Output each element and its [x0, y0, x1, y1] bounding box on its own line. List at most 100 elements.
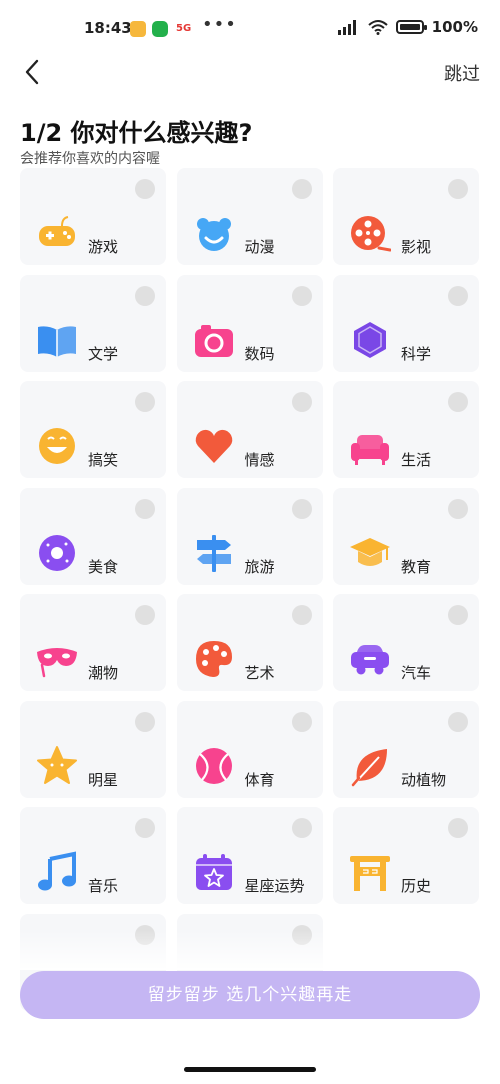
interest-label: 旅游 — [244, 557, 275, 576]
select-circle-icon[interactable] — [448, 605, 468, 625]
ball-icon — [193, 745, 235, 787]
donut-icon — [36, 532, 78, 574]
wifi-icon — [367, 20, 388, 35]
select-circle-icon[interactable] — [448, 179, 468, 199]
select-circle-icon[interactable] — [135, 179, 155, 199]
page-title: 1/2 你对什么感兴趣? — [20, 119, 253, 147]
select-circle-icon[interactable] — [448, 818, 468, 838]
interest-label: 潮物 — [88, 664, 119, 682]
interest-label: 教育 — [401, 557, 432, 576]
interest-card[interactable]: 影视 — [333, 168, 479, 265]
camera-icon — [193, 319, 235, 361]
anime-bear-icon — [193, 212, 235, 254]
hexagon-icon — [349, 319, 391, 361]
select-circle-icon[interactable] — [291, 711, 312, 732]
select-circle-icon[interactable] — [291, 285, 312, 306]
home-indicator[interactable] — [184, 1067, 316, 1072]
select-circle-icon[interactable] — [135, 498, 155, 519]
interest-label: 影视 — [401, 238, 432, 256]
battery-percent: 100% — [431, 18, 478, 36]
bottom-fade — [0, 930, 500, 970]
signal-icon — [337, 19, 360, 35]
select-circle-icon[interactable] — [448, 285, 468, 306]
select-circle-icon[interactable] — [448, 498, 468, 519]
calendar-star-icon — [193, 851, 235, 893]
select-circle-icon[interactable] — [291, 498, 312, 519]
interest-card[interactable]: 情感 — [176, 381, 323, 478]
interest-card[interactable]: 潮物 — [20, 594, 166, 691]
select-circle-icon[interactable] — [135, 818, 155, 838]
interest-card[interactable]: 旅游 — [176, 487, 323, 585]
film-reel-icon — [349, 212, 391, 254]
interest-card[interactable]: 文学 — [20, 274, 166, 372]
interest-label: 游戏 — [88, 238, 119, 256]
interest-card[interactable]: 搞笑 — [20, 381, 166, 478]
archway-icon — [349, 851, 391, 893]
chevron-left-icon — [25, 59, 39, 85]
interest-label: 生活 — [401, 451, 432, 469]
select-circle-icon[interactable] — [135, 711, 155, 732]
interest-card[interactable]: 科学 — [333, 274, 479, 372]
interest-label: 动植物 — [401, 770, 447, 789]
interest-card[interactable]: 美食 — [20, 487, 166, 585]
interest-card[interactable]: 历史 — [333, 807, 479, 904]
music-note-icon — [36, 851, 78, 893]
gamepad-icon — [36, 212, 78, 254]
interest-label: 搞笑 — [88, 451, 119, 469]
star-icon — [36, 745, 78, 787]
more-notifications-icon: ••• — [202, 14, 237, 35]
select-circle-icon[interactable] — [291, 179, 312, 199]
car-icon — [349, 638, 391, 680]
mask-icon — [36, 638, 78, 680]
select-circle-icon[interactable] — [291, 818, 312, 838]
status-time: 18:43 — [84, 19, 132, 37]
interest-label: 科学 — [401, 344, 432, 363]
interest-card[interactable]: 汽车 — [333, 594, 479, 691]
signpost-icon — [193, 532, 235, 574]
select-circle-icon[interactable] — [448, 392, 468, 412]
interest-label: 情感 — [244, 451, 275, 469]
interest-label: 汽车 — [401, 664, 432, 682]
interest-card[interactable]: 艺术 — [176, 594, 323, 691]
continue-button[interactable]: 留步留步 选几个兴趣再走 — [20, 971, 480, 1019]
network-5g-badge: 5G — [176, 23, 192, 34]
select-circle-icon[interactable] — [135, 605, 155, 625]
page-subtitle: 会推荐你喜欢的内容喔 — [20, 151, 160, 167]
interest-card[interactable]: 星座运势 — [176, 807, 323, 904]
interest-card[interactable]: 明星 — [20, 700, 166, 798]
select-circle-icon[interactable] — [135, 285, 155, 306]
interest-label: 明星 — [88, 770, 119, 789]
interest-label: 星座运势 — [244, 877, 305, 895]
interest-label: 体育 — [244, 770, 275, 789]
notification-app-icon — [130, 21, 146, 37]
select-circle-icon[interactable] — [291, 392, 312, 412]
battery-icon — [395, 20, 427, 34]
interest-card[interactable]: 教育 — [333, 487, 479, 585]
interest-card[interactable]: 生活 — [333, 381, 479, 478]
heart-icon — [193, 425, 235, 467]
smile-icon — [36, 425, 78, 467]
interest-card[interactable]: 游戏 — [20, 168, 166, 265]
leaf-icon — [349, 745, 391, 787]
book-icon — [36, 319, 78, 361]
interest-card[interactable]: 动漫 — [176, 168, 323, 265]
select-circle-icon[interactable] — [135, 392, 155, 412]
palette-icon — [193, 638, 235, 680]
select-circle-icon[interactable] — [291, 605, 312, 625]
skip-button[interactable]: 跳过 — [444, 60, 480, 86]
interest-label: 文学 — [88, 344, 119, 363]
select-circle-icon[interactable] — [448, 711, 468, 732]
interest-card[interactable]: 数码 — [176, 274, 323, 372]
interest-label: 数码 — [244, 344, 275, 363]
interest-label: 动漫 — [244, 238, 275, 256]
interest-label: 历史 — [401, 877, 432, 895]
interest-card[interactable]: 动植物 — [333, 700, 479, 798]
interest-label: 艺术 — [244, 664, 275, 682]
graduation-cap-icon — [349, 532, 391, 574]
back-button[interactable] — [18, 56, 48, 88]
interest-label: 音乐 — [88, 877, 119, 895]
interest-card[interactable]: 体育 — [176, 700, 323, 798]
status-right: 100% — [337, 18, 478, 36]
interest-card[interactable]: 音乐 — [20, 807, 166, 904]
wechat-icon — [152, 21, 168, 37]
